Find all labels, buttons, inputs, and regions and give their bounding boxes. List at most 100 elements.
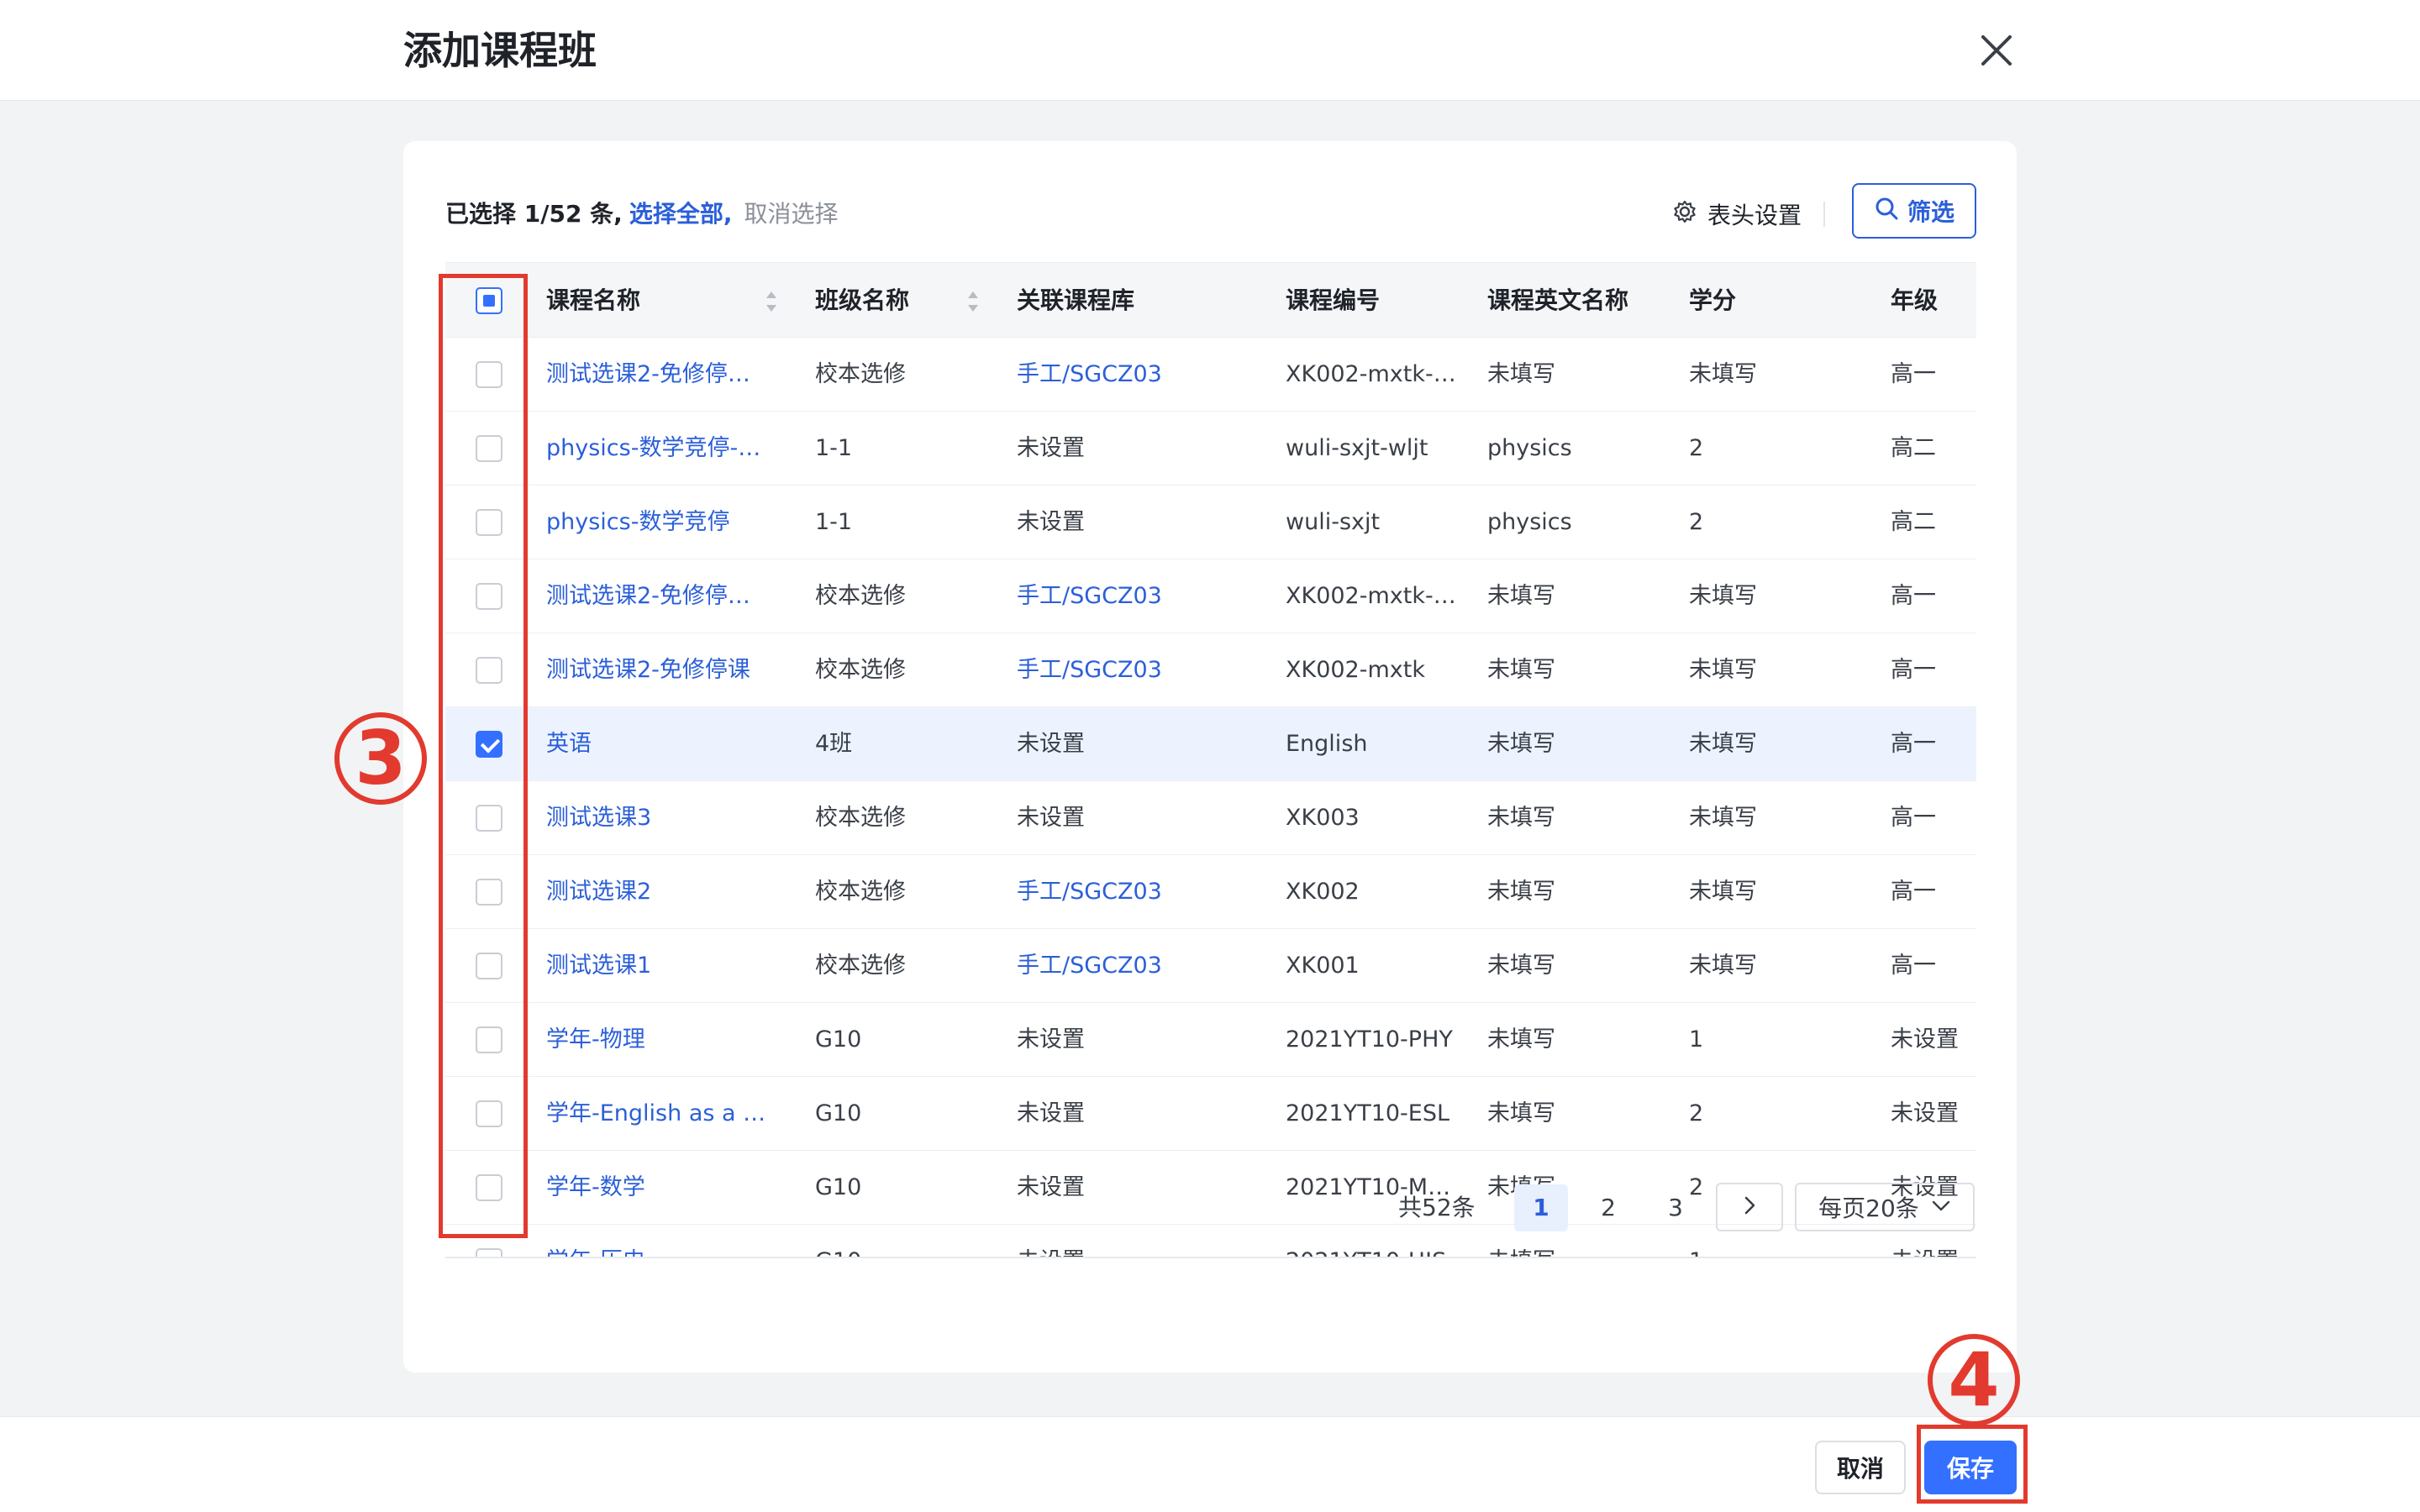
cell-name[interactable]: 测试选课1 bbox=[546, 929, 790, 1003]
row-checkbox[interactable] bbox=[476, 361, 502, 388]
column-header-course-name: 课程名称 bbox=[546, 286, 641, 314]
column-header-course-library: 关联课程库 bbox=[1017, 286, 1135, 314]
close-icon[interactable] bbox=[1975, 29, 2018, 72]
cell-lib[interactable]: 手工/SGCZ03 bbox=[1017, 559, 1269, 633]
table-row[interactable]: 测试选课1 校本选修 手工/SGCZ03 XK001 未填写 未填写 高一 bbox=[445, 929, 1976, 1003]
cell-class: 校本选修 bbox=[815, 583, 906, 609]
cell-code: 2021YT10-ESL bbox=[1286, 1100, 1450, 1126]
cell-name[interactable]: physics-数学竞停 bbox=[546, 486, 790, 559]
cell-name[interactable]: 测试选课3 bbox=[546, 781, 790, 855]
cell-en: 未填写 bbox=[1487, 361, 1555, 387]
column-settings-label: 表头设置 bbox=[1707, 202, 1802, 229]
cell-lib: 未设置 bbox=[1017, 435, 1085, 461]
cell-name[interactable]: 学年-English as a … bbox=[546, 1077, 790, 1151]
cell-class: 校本选修 bbox=[815, 953, 906, 979]
table-row[interactable]: 学年-物理 G10 未设置 2021YT10-PHY 未填写 1 未设置 bbox=[445, 1003, 1976, 1077]
table-row[interactable]: physics-数学竞停 1-1 未设置 wuli-sxjt physics 2 高二 bbox=[445, 486, 1976, 559]
cell-en: physics bbox=[1487, 509, 1572, 535]
cell-en: 未填写 bbox=[1487, 805, 1555, 831]
table-row[interactable]: 测试选课2-免修停… 校本选修 手工/SGCZ03 XK002-mxtk-… 未填写 未填… bbox=[445, 338, 1976, 412]
row-checkbox[interactable] bbox=[476, 805, 502, 832]
row-checkbox[interactable] bbox=[476, 657, 502, 684]
table-header: 课程名称 班级名称 关联课程库 课程编号 课程英文名称 学分 年级 bbox=[445, 262, 1976, 338]
chevron-down-icon bbox=[1931, 1194, 1951, 1221]
clear-selection-link[interactable]: 取消选择 bbox=[744, 200, 838, 228]
cell-grade: 高一 bbox=[1891, 361, 1936, 387]
cell-grade: 高二 bbox=[1891, 509, 1936, 535]
row-checkbox[interactable] bbox=[476, 1100, 502, 1127]
cell-lib[interactable]: 手工/SGCZ03 bbox=[1017, 929, 1269, 1003]
row-checkbox[interactable] bbox=[476, 731, 502, 758]
cell-class: 校本选修 bbox=[815, 805, 906, 831]
cell-name[interactable]: 学年-物理 bbox=[546, 1003, 790, 1077]
course-class-card: 已选择 1/52 条,选择全部, 取消选择 表头设置 筛选 课程名称 班级名称 bbox=[403, 141, 2017, 1373]
column-settings-button[interactable]: 表头设置 bbox=[1672, 193, 1802, 235]
cell-class: G10 bbox=[815, 1026, 862, 1053]
cell-code: wuli-sxjt bbox=[1286, 509, 1381, 535]
page-1-button[interactable]: 1 bbox=[1514, 1184, 1568, 1231]
page-3-button[interactable]: 3 bbox=[1649, 1184, 1702, 1231]
save-button[interactable]: 保存 bbox=[1924, 1441, 2017, 1494]
cell-lib: 未设置 bbox=[1017, 1026, 1085, 1053]
column-header-credit: 学分 bbox=[1689, 286, 1737, 314]
row-checkbox[interactable] bbox=[476, 1248, 502, 1257]
sort-icon[interactable] bbox=[765, 290, 778, 313]
search-icon bbox=[1874, 196, 1899, 227]
row-checkbox[interactable] bbox=[476, 879, 502, 906]
sort-icon[interactable] bbox=[966, 290, 980, 313]
cell-name[interactable]: 测试选课2-免修停… bbox=[546, 559, 790, 633]
selection-count: 已选择 1/52 条, bbox=[445, 200, 623, 228]
cell-grade: 高一 bbox=[1891, 879, 1936, 905]
cell-lib: 未设置 bbox=[1017, 805, 1085, 831]
cell-credit: 1 bbox=[1689, 1026, 1704, 1053]
row-checkbox[interactable] bbox=[476, 583, 502, 610]
cell-class: 4班 bbox=[815, 731, 853, 757]
cell-name[interactable]: 测试选课2 bbox=[546, 855, 790, 929]
cell-credit: 未填写 bbox=[1689, 953, 1757, 979]
table-row[interactable]: 学年-English as a … G10 未设置 2021YT10-ESL 未填写 2 未… bbox=[445, 1077, 1976, 1151]
cell-lib[interactable]: 手工/SGCZ03 bbox=[1017, 855, 1269, 929]
table-row[interactable]: 英语 4班 未设置 English 未填写 未填写 高一 bbox=[445, 707, 1976, 781]
cell-en: 未填写 bbox=[1487, 731, 1555, 757]
table-row[interactable]: 测试选课2-免修停课 校本选修 手工/SGCZ03 XK002-mxtk 未填写 未填写 高… bbox=[445, 633, 1976, 707]
cell-lib[interactable]: 手工/SGCZ03 bbox=[1017, 633, 1269, 707]
table-row[interactable]: physics-数学竞停-… 1-1 未设置 wuli-sxjt-wljt physic… bbox=[445, 412, 1976, 486]
cell-grade: 高一 bbox=[1891, 583, 1936, 609]
table-row[interactable]: 测试选课3 校本选修 未设置 XK003 未填写 未填写 高一 bbox=[445, 781, 1976, 855]
row-checkbox[interactable] bbox=[476, 435, 502, 462]
annotation-step-4: 4 bbox=[1928, 1334, 2020, 1426]
row-checkbox[interactable] bbox=[476, 953, 502, 979]
cell-grade: 未设置 bbox=[1891, 1100, 1959, 1126]
cell-class: 校本选修 bbox=[815, 879, 906, 905]
row-checkbox[interactable] bbox=[476, 1026, 502, 1053]
cell-name[interactable]: 测试选课2-免修停课 bbox=[546, 633, 790, 707]
cell-name[interactable]: physics-数学竞停-… bbox=[546, 412, 790, 486]
cell-name[interactable]: 测试选课2-免修停… bbox=[546, 338, 790, 412]
selection-summary-bar: 已选择 1/52 条, 选择全部, 取消选择 bbox=[445, 193, 838, 235]
cancel-button[interactable]: 取消 bbox=[1815, 1441, 1906, 1494]
cell-code: wuli-sxjt-wljt bbox=[1286, 435, 1428, 461]
cell-lib: 未设置 bbox=[1017, 509, 1085, 535]
cell-en: 未填写 bbox=[1487, 583, 1555, 609]
cell-grade: 高一 bbox=[1891, 953, 1936, 979]
cell-code: XK001 bbox=[1286, 953, 1360, 979]
page-size-select[interactable]: 每页20条 bbox=[1795, 1183, 1975, 1231]
cell-name[interactable]: 英语 bbox=[546, 707, 790, 781]
cell-credit: 未填写 bbox=[1689, 879, 1757, 905]
select-all-checkbox[interactable] bbox=[476, 287, 502, 314]
dialog-footer: 取消 保存 bbox=[0, 1416, 2420, 1512]
cell-credit: 未填写 bbox=[1689, 657, 1757, 683]
cell-lib[interactable]: 手工/SGCZ03 bbox=[1017, 338, 1269, 412]
cell-en: 未填写 bbox=[1487, 953, 1555, 979]
table-row[interactable]: 测试选课2-免修停… 校本选修 手工/SGCZ03 XK002-mxtk-… 未填写 未填… bbox=[445, 559, 1976, 633]
cell-credit: 未填写 bbox=[1689, 361, 1757, 387]
row-checkbox[interactable] bbox=[476, 509, 502, 536]
cell-grade: 未设置 bbox=[1891, 1026, 1959, 1053]
filter-button[interactable]: 筛选 bbox=[1852, 183, 1976, 239]
table-row[interactable]: 测试选课2 校本选修 手工/SGCZ03 XK002 未填写 未填写 高一 bbox=[445, 855, 1976, 929]
cell-credit: 未填写 bbox=[1689, 805, 1757, 831]
select-all-link[interactable]: 选择全部, bbox=[629, 200, 733, 228]
page-2-button[interactable]: 2 bbox=[1581, 1184, 1635, 1231]
dialog-title: 添加课程班 bbox=[403, 28, 597, 73]
next-page-button[interactable] bbox=[1716, 1183, 1783, 1231]
